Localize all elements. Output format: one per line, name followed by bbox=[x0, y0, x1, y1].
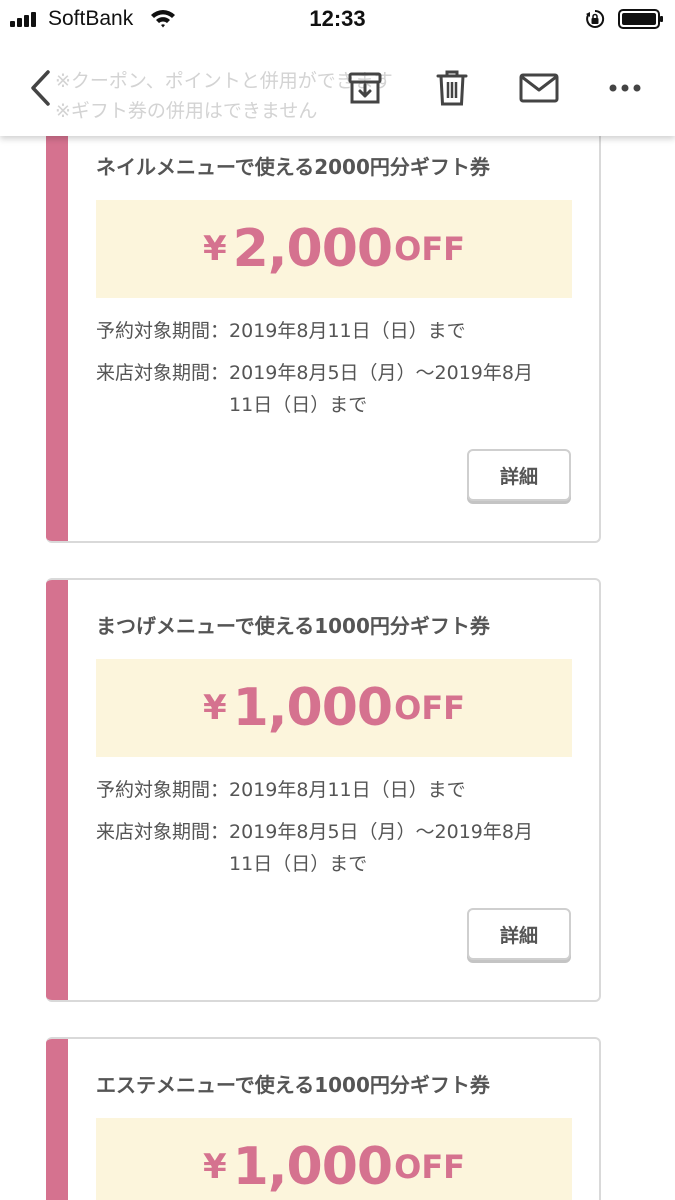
archive-button[interactable] bbox=[343, 66, 387, 110]
price-off-label: OFF bbox=[394, 230, 466, 268]
mark-unread-button[interactable] bbox=[515, 66, 563, 110]
visit-period: 来店対象期間： 2019年8月5日（月）〜2019年8月11日（日）まで bbox=[96, 816, 549, 880]
visit-period-label: 来店対象期間： bbox=[96, 821, 230, 843]
reservation-period: 予約対象期間： 2019年8月11日（日）まで bbox=[96, 774, 549, 806]
mail-icon bbox=[519, 73, 559, 103]
detail-button[interactable]: 詳細 bbox=[467, 449, 571, 501]
price-amount: 1,000 bbox=[232, 1137, 393, 1197]
coupon-price: ¥ 2,000 OFF bbox=[96, 200, 572, 298]
reservation-period-value: 2019年8月11日（日）まで bbox=[229, 320, 466, 342]
coupon-accent-stripe bbox=[46, 1039, 68, 1200]
coupon-card: ネイルメニューで使える2000円分ギフト券 ¥ 2,000 OFF 予約対象期間… bbox=[46, 105, 601, 543]
coupon-price: ¥ 1,000 OFF bbox=[96, 1118, 572, 1200]
more-button[interactable] bbox=[603, 66, 647, 110]
reservation-period-label: 予約対象期間： bbox=[96, 779, 230, 801]
background-note-2: ※ギフト券の併用はできません bbox=[55, 100, 318, 122]
price-amount: 2,000 bbox=[232, 219, 393, 279]
mail-toolbar: ※クーポン、ポイントと併用ができます ※ギフト券の併用はできません bbox=[0, 38, 675, 136]
visit-period: 来店対象期間： 2019年8月5日（月）〜2019年8月11日（日）まで bbox=[96, 357, 549, 421]
price-amount: 1,000 bbox=[232, 678, 393, 738]
price-currency: ¥ bbox=[202, 229, 227, 269]
reservation-period: 予約対象期間： 2019年8月11日（日）まで bbox=[96, 315, 549, 347]
status-bar: SoftBank 12:33 bbox=[0, 0, 675, 38]
wifi-icon bbox=[151, 10, 175, 28]
coupon-price: ¥ 1,000 OFF bbox=[96, 659, 572, 757]
coupon-accent-stripe bbox=[46, 580, 68, 1000]
coupon-title: ネイルメニューで使える2000円分ギフト券 bbox=[96, 155, 490, 179]
coupon-card: エステメニューで使える1000円分ギフト券 ¥ 1,000 OFF bbox=[46, 1037, 601, 1200]
trash-icon bbox=[436, 70, 468, 106]
coupon-title: エステメニューで使える1000円分ギフト券 bbox=[96, 1073, 490, 1097]
delete-button[interactable] bbox=[430, 66, 474, 110]
back-button[interactable] bbox=[20, 66, 60, 110]
carrier-name: SoftBank bbox=[48, 7, 134, 30]
price-off-label: OFF bbox=[394, 689, 466, 727]
coupon-card: まつげメニューで使える1000円分ギフト券 ¥ 1,000 OFF 予約対象期間… bbox=[46, 578, 601, 1002]
price-off-label: OFF bbox=[394, 1148, 466, 1186]
coupon-title: まつげメニューで使える1000円分ギフト券 bbox=[96, 614, 490, 638]
archive-icon bbox=[348, 72, 382, 104]
price-currency: ¥ bbox=[202, 1147, 227, 1187]
detail-button[interactable]: 詳細 bbox=[467, 908, 571, 960]
coupon-accent-stripe bbox=[46, 107, 68, 541]
rotation-lock-icon bbox=[586, 9, 605, 28]
battery-icon bbox=[618, 9, 663, 29]
reservation-period-label: 予約対象期間： bbox=[96, 320, 230, 342]
price-currency: ¥ bbox=[202, 688, 227, 728]
more-icon bbox=[609, 84, 641, 92]
visit-period-value: 2019年8月5日（月）〜2019年8月11日（日）まで bbox=[229, 821, 533, 875]
email-screen: SoftBank 12:33 ※クーポン、ポイントと併用ができます ※ギフト券の… bbox=[0, 0, 675, 1200]
reservation-period-value: 2019年8月11日（日）まで bbox=[229, 779, 466, 801]
signal-icon bbox=[10, 11, 42, 27]
visit-period-value: 2019年8月5日（月）〜2019年8月11日（日）まで bbox=[229, 362, 533, 416]
back-icon bbox=[31, 70, 50, 106]
visit-period-label: 来店対象期間： bbox=[96, 362, 230, 384]
